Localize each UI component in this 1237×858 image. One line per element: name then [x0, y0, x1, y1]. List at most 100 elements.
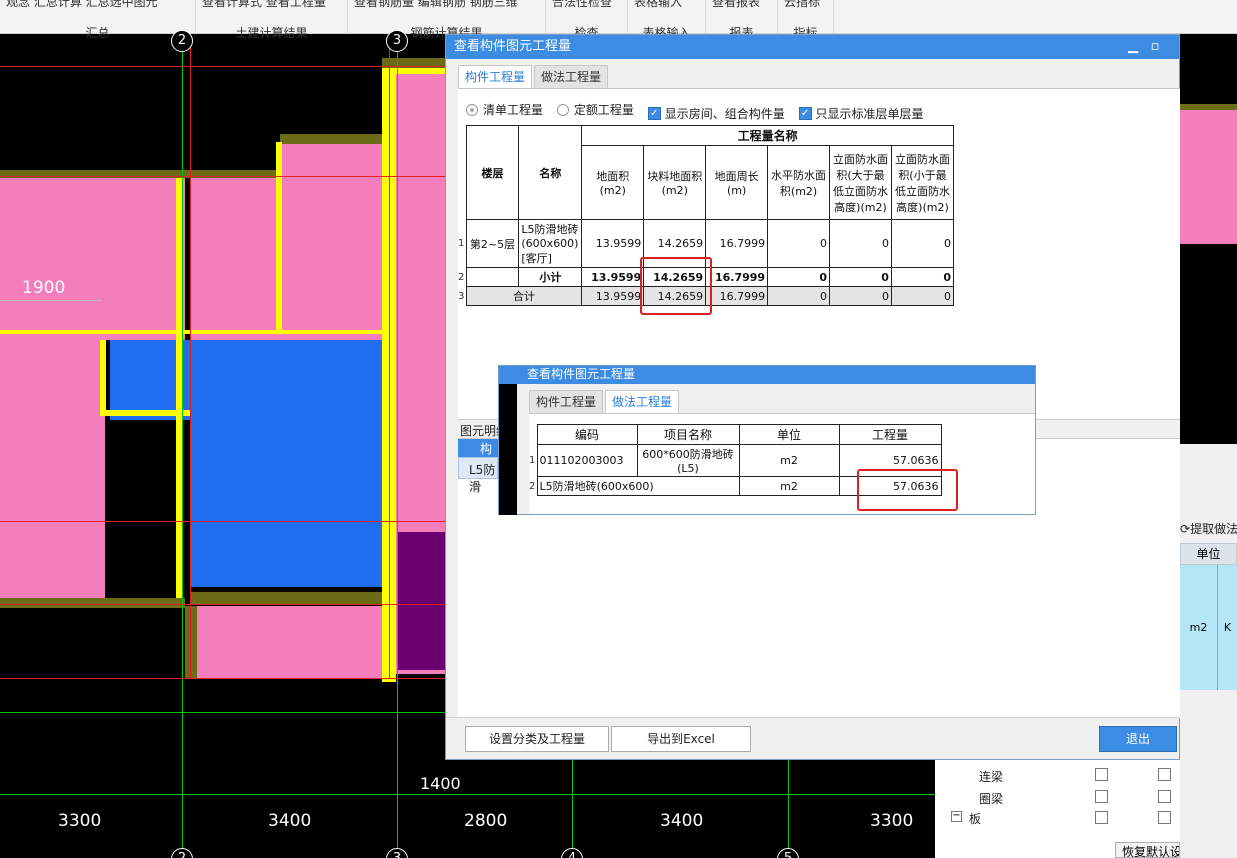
dialog2-title: 查看构件图元工程量	[527, 367, 636, 381]
ribbon-group-index[interactable]: 云指标 指标	[778, 0, 834, 40]
axis-bubble: 3	[386, 848, 408, 858]
wall-outline	[382, 68, 446, 74]
dialog-titlebar[interactable]: 查看构件图元工程量 ▁ ▫	[446, 35, 1179, 59]
cell-floor[interactable]: 第2~5层	[465, 219, 520, 268]
option-label: 清单工程量	[483, 103, 544, 117]
cell-name[interactable]: 合计	[465, 286, 583, 306]
ribbon-toolbar: 观念 汇总计算 汇总选中图元 汇总 查看计算式 查看工程量 土建计算结果 查看钢…	[0, 0, 1237, 40]
grid-line	[182, 34, 183, 858]
axis-bubble: 4	[561, 848, 583, 858]
ribbon-group-check[interactable]: 合法性检查 检查	[546, 0, 628, 40]
dimension-text: 1400	[420, 774, 461, 793]
cell-code[interactable]: 011102003003	[536, 444, 638, 477]
right-cad-fill	[1180, 104, 1237, 244]
tree-checkbox[interactable]	[1158, 790, 1171, 803]
cell-value[interactable]: 0	[767, 219, 831, 268]
radio-quota-quantity[interactable]: 定额工程量	[556, 101, 634, 118]
tree-item-slab[interactable]: 板	[969, 810, 981, 827]
tree-checkbox[interactable]	[1095, 768, 1108, 781]
tab-component-quantity[interactable]: 构件工程量	[529, 390, 604, 414]
cell-floor[interactable]	[465, 267, 520, 287]
cell-value[interactable]: 16.7999	[705, 286, 769, 306]
cell-value[interactable]: 13.9599	[581, 219, 645, 268]
collapse-icon[interactable]: −	[951, 811, 962, 822]
dialog2-titlebar[interactable]: 查看构件图元工程量	[499, 366, 1035, 384]
cell-name[interactable]: 小计	[518, 267, 583, 287]
cell-value[interactable]: 0	[890, 286, 955, 306]
cell-value[interactable]: 0	[767, 286, 831, 306]
app-window: 观念 汇总计算 汇总选中图元 汇总 查看计算式 查看工程量 土建计算结果 查看钢…	[0, 0, 1237, 858]
minimize-icon[interactable]: ▁	[1123, 35, 1143, 59]
axis-line	[0, 521, 445, 522]
exit-button[interactable]: 退出	[1099, 726, 1177, 752]
wall-outline	[100, 340, 106, 412]
unit-cell[interactable]: m2	[1180, 565, 1217, 690]
tab-method-quantity[interactable]: 做法工程量	[534, 65, 609, 89]
cell-value[interactable]: 0	[890, 219, 955, 268]
dimension-text: 3300	[58, 811, 102, 831]
room-fill-purple	[398, 532, 446, 670]
cell-value[interactable]: 13.9599	[581, 267, 645, 287]
detail-header-cell: 构件	[458, 439, 498, 473]
cell-unit[interactable]: m2	[738, 444, 840, 477]
row-index: 2	[529, 480, 536, 492]
living-room-floor[interactable]	[110, 340, 382, 420]
wall-outline	[100, 410, 190, 416]
row-index: 1	[529, 455, 536, 466]
maximize-icon[interactable]: ▫	[1145, 35, 1165, 59]
dialog-title: 查看构件图元工程量	[454, 39, 572, 54]
k-cell[interactable]: K	[1217, 565, 1237, 690]
ribbon-group-report[interactable]: 查看报表 报表	[706, 0, 778, 40]
ribbon-group-rebar-results[interactable]: 查看钢筋量 编辑钢筋 钢筋三维 钢筋计算结果	[348, 0, 546, 40]
tab-method-quantity[interactable]: 做法工程量	[605, 390, 680, 414]
cell-value[interactable]: 13.9599	[581, 286, 645, 306]
ribbon-top-label: 查看计算式 查看工程量	[202, 0, 326, 9]
cell-value[interactable]: 16.7999	[705, 267, 769, 287]
dimension-text: 2800	[464, 811, 508, 831]
cell-value[interactable]: 0	[829, 219, 892, 268]
set-category-button[interactable]: 设置分类及工程量	[465, 726, 609, 752]
wall	[185, 606, 197, 678]
radio-icon	[556, 103, 569, 116]
tree-item-ring-beam[interactable]: 圈梁	[979, 790, 1003, 807]
cell-value[interactable]: 0	[829, 286, 892, 306]
col-name-header: 名称	[518, 125, 583, 220]
option-label: 显示房间、组合构件量	[664, 106, 785, 121]
tree-checkbox[interactable]	[1158, 768, 1171, 781]
axis-bubble: 5	[777, 848, 799, 858]
cell-value[interactable]: 16.7999	[705, 219, 769, 268]
check-show-room-combo[interactable]: ✓ 显示房间、组合构件量	[647, 105, 785, 122]
cell-value[interactable]: 0	[890, 267, 955, 287]
options-row: 清单工程量 定额工程量 ✓ 显示房间、组合构件量 ✓ 只显示标准层单层量	[466, 101, 934, 121]
restore-default-button[interactable]: 恢复默认设	[1115, 842, 1180, 858]
cell-code[interactable]: L5防滑地砖(600x600)	[536, 476, 740, 496]
tree-checkbox[interactable]	[1158, 811, 1171, 824]
room-fill	[190, 606, 382, 678]
tree-item-coupling-beam[interactable]: 连梁	[979, 768, 1003, 785]
detail-row-cell[interactable]: L5防滑	[458, 457, 498, 494]
dialog-footer: 设置分类及工程量 导出到Excel 退出	[446, 717, 1179, 759]
check-standard-floor-only[interactable]: ✓ 只显示标准层单层量	[798, 105, 924, 122]
option-label: 定额工程量	[573, 103, 634, 117]
cell-unit[interactable]: m2	[738, 476, 840, 496]
ribbon-group-table-input[interactable]: 表格输入 表格输入	[628, 0, 706, 40]
cell-value[interactable]: 0	[767, 267, 831, 287]
tree-checkbox[interactable]	[1095, 811, 1108, 824]
living-room-floor[interactable]	[190, 414, 382, 587]
dimension-line	[0, 300, 102, 301]
col-header-unit: 单位	[738, 424, 840, 445]
cell-name[interactable]: L5防滑地砖(600x600)[客厅]	[518, 219, 583, 268]
tree-checkbox[interactable]	[1095, 790, 1108, 803]
cell-value[interactable]: 0	[829, 267, 892, 287]
radio-bill-quantity[interactable]: 清单工程量	[466, 101, 543, 118]
ribbon-group-summary[interactable]: 观念 汇总计算 汇总选中图元 汇总	[0, 0, 196, 40]
tab-component-quantity[interactable]: 构件工程量	[458, 65, 533, 89]
col-header-item-name: 项目名称	[636, 424, 740, 445]
col-header-code: 编码	[536, 424, 638, 445]
ribbon-group-civil-results[interactable]: 查看计算式 查看工程量 土建计算结果	[196, 0, 348, 40]
cell-item-name[interactable]: 600*600防滑地砖(L5)	[636, 444, 740, 477]
wall-outline	[276, 142, 282, 334]
export-excel-button[interactable]: 导出到Excel	[611, 726, 751, 752]
extract-method-button[interactable]: ⟳提取做法	[1180, 520, 1237, 540]
axis-line	[0, 678, 445, 679]
